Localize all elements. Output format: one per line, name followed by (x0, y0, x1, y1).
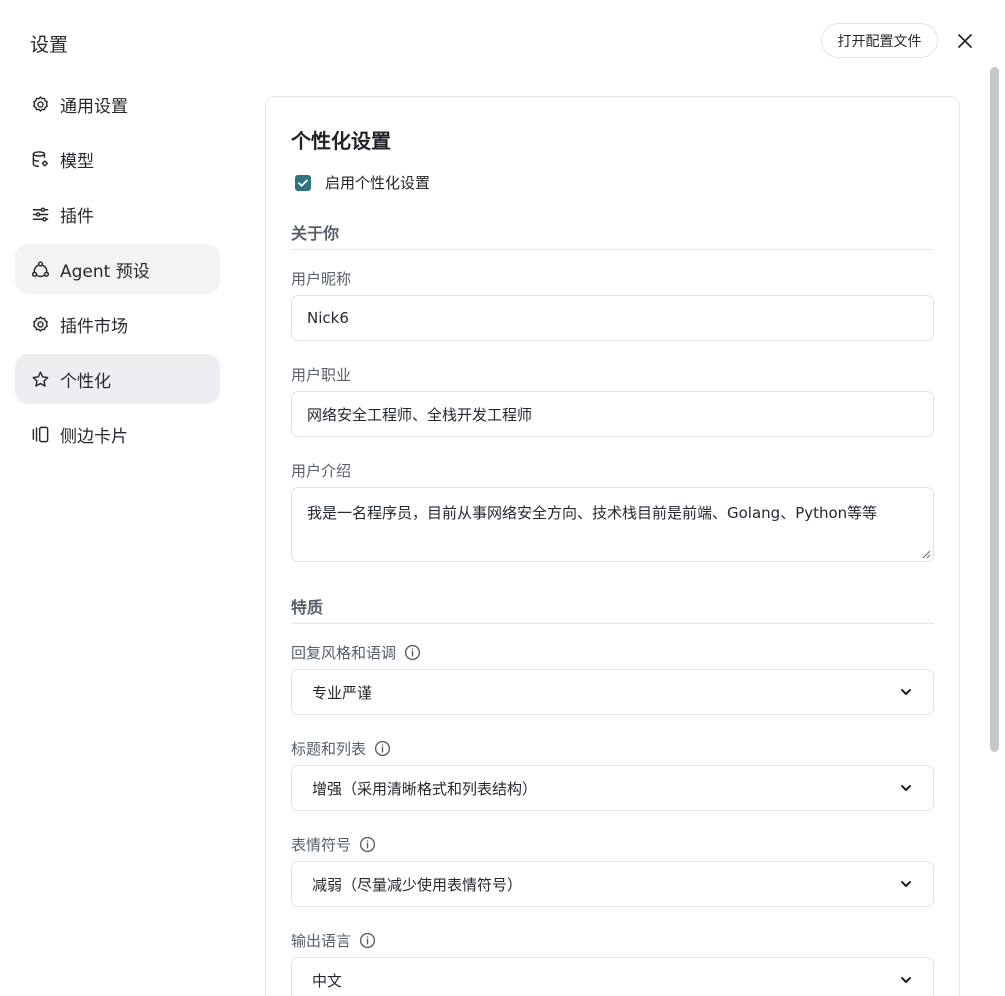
close-button[interactable] (952, 28, 978, 54)
section-divider (291, 623, 934, 624)
gear-icon (30, 94, 50, 114)
job-label: 用户职业 (291, 364, 351, 385)
chevron-down-icon (901, 689, 911, 695)
section-about-you: 关于你 (291, 224, 340, 243)
nickname-label: 用户昵称 (291, 268, 351, 289)
gear-icon (30, 314, 50, 334)
intro-label: 用户介绍 (291, 460, 351, 481)
headings-selected-value: 增强（采用清晰格式和列表结构） (312, 779, 538, 798)
sidebar-item-side-cards[interactable]: 侧边卡片 (15, 409, 220, 459)
open-config-button[interactable]: 打开配置文件 (821, 23, 938, 58)
sidebar-item-label: 模型 (60, 151, 94, 172)
sidebar-item-label: 侧边卡片 (60, 426, 128, 447)
resize-handle-icon[interactable] (921, 549, 931, 559)
emoji-label: 表情符号 (291, 834, 376, 855)
sidebar-item-label: 插件 (60, 206, 94, 227)
intro-textarea[interactable]: 我是一名程序员，目前从事网络安全方向、技术栈目前是前端、Golang、Pytho… (291, 487, 934, 562)
sidebar-item-label: 插件市场 (60, 316, 128, 337)
enable-personalization-label[interactable]: 启用个性化设置 (325, 172, 430, 193)
headings-label-text: 标题和列表 (291, 740, 367, 758)
emoji-label-text: 表情符号 (291, 836, 352, 854)
language-label: 输出语言 (291, 930, 376, 951)
headings-label: 标题和列表 (291, 738, 391, 759)
info-icon[interactable] (404, 644, 421, 661)
sidebar-item-personalization[interactable]: 个性化 (15, 354, 220, 404)
share-nodes-icon (30, 259, 50, 279)
sidebar-item-agent-presets[interactable]: Agent 预设 (15, 244, 220, 294)
job-label-text: 用户职业 (291, 366, 352, 384)
chevron-down-icon (901, 785, 911, 791)
enable-personalization-row: 启用个性化设置 (295, 172, 430, 193)
window-title: 设置 (30, 34, 69, 56)
sliders-icon (30, 204, 50, 224)
job-input[interactable]: 网络安全工程师、全栈开发工程师 (291, 391, 934, 437)
section-traits: 特质 (291, 598, 324, 617)
sidebar-item-label: 通用设置 (60, 96, 128, 117)
language-selected-value: 中文 (312, 971, 343, 990)
cards-icon (30, 424, 50, 444)
sidebar-item-label: 个性化 (60, 371, 111, 392)
sidebar-item-label: Agent 预设 (60, 261, 150, 282)
sidebar-item-plugin-market[interactable]: 插件市场 (15, 299, 220, 349)
style-label-text: 回复风格和语调 (291, 644, 397, 662)
nickname-label-text: 用户昵称 (291, 270, 352, 288)
personalization-panel: 个性化设置 启用个性化设置 关于你 用户昵称 Nick6 用户职业 网络安全工程… (265, 96, 960, 996)
sidebar-item-plugins[interactable]: 插件 (15, 189, 220, 239)
enable-personalization-checkbox[interactable] (295, 174, 311, 191)
nickname-input[interactable]: Nick6 (291, 295, 934, 341)
sidebar-item-models[interactable]: 模型 (15, 134, 220, 184)
chevron-down-icon (901, 881, 911, 887)
close-icon (958, 34, 972, 48)
intro-text: 我是一名程序员，目前从事网络安全方向、技术栈目前是前端、Golang、Pytho… (307, 504, 878, 522)
star-icon (30, 369, 50, 389)
info-icon[interactable] (359, 932, 376, 949)
scrollbar-thumb[interactable] (990, 67, 999, 752)
sidebar-item-general[interactable]: 通用设置 (15, 79, 220, 129)
language-select[interactable]: 中文 (291, 957, 934, 996)
chevron-down-icon (901, 977, 911, 983)
settings-window: 设置 打开配置文件 通用设置 模型 插件 Agent 预设 插件市场 个性化 侧… (0, 0, 1005, 996)
panel-title: 个性化设置 (291, 129, 391, 153)
language-label-text: 输出语言 (291, 932, 352, 950)
emoji-selected-value: 减弱（尽量减少使用表情符号） (312, 875, 523, 894)
info-icon[interactable] (374, 740, 391, 757)
style-select[interactable]: 专业严谨 (291, 669, 934, 715)
style-label: 回复风格和语调 (291, 642, 421, 663)
check-icon (298, 179, 308, 187)
settings-sidebar: 通用设置 模型 插件 Agent 预设 插件市场 个性化 侧边卡片 (15, 79, 220, 464)
info-icon[interactable] (359, 836, 376, 853)
database-icon (30, 149, 50, 169)
emoji-select[interactable]: 减弱（尽量减少使用表情符号） (291, 861, 934, 907)
section-divider (291, 249, 934, 250)
style-selected-value: 专业严谨 (312, 683, 373, 702)
intro-label-text: 用户介绍 (291, 462, 352, 480)
headings-select[interactable]: 增强（采用清晰格式和列表结构） (291, 765, 934, 811)
